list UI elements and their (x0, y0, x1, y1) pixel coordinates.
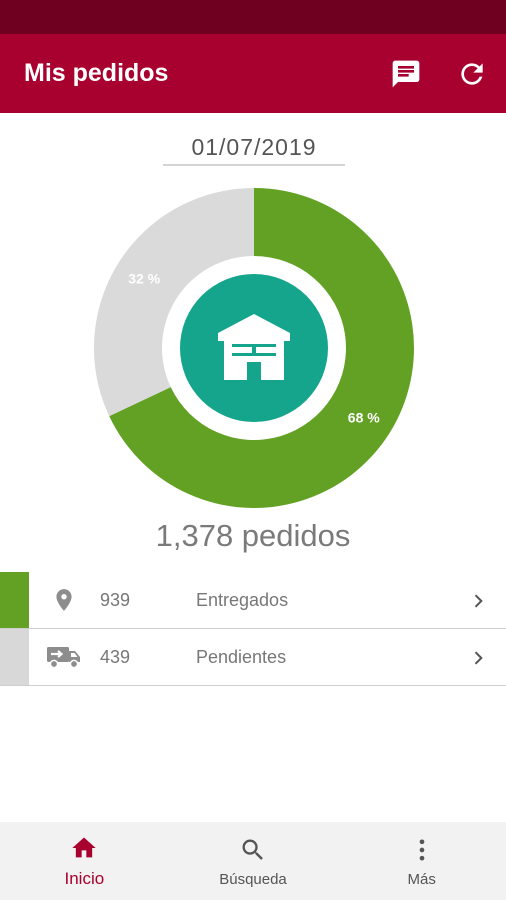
row-pendientes[interactable]: 439 Pendientes (0, 629, 506, 686)
chevron-right-icon (474, 594, 483, 608)
row-label: Pendientes (196, 646, 287, 667)
row-count: 939 (100, 589, 131, 610)
total-orders: 1,378 pedidos (155, 518, 351, 553)
donut-label-entregados: 68 % (348, 410, 380, 426)
status-bar (0, 0, 506, 34)
date-selector[interactable]: 01/07/2019 (163, 128, 345, 166)
refresh-button[interactable] (452, 54, 492, 94)
chevron-right-icon (474, 651, 483, 665)
orders-donut-chart: 68 % 32 % (94, 188, 414, 508)
donut-label-pendientes: 32 % (128, 270, 160, 286)
status-color-strip (0, 572, 29, 628)
row-label: Entregados (196, 589, 289, 610)
more-vert-icon (419, 839, 425, 860)
message-icon (392, 60, 420, 87)
nav-label: Inicio (64, 869, 105, 888)
nav-inicio[interactable]: Inicio (0, 822, 169, 900)
status-list: 939 Entregados 439 Pendientes (0, 572, 506, 686)
search-icon (242, 839, 263, 860)
row-count: 439 (100, 646, 131, 667)
app-bar: Mis pedidos (0, 34, 506, 113)
delivery-truck-icon (47, 647, 80, 669)
nav-mas[interactable]: Más (337, 822, 506, 900)
location-pin-icon (56, 589, 72, 611)
status-color-strip (0, 629, 29, 685)
row-entregados[interactable]: 939 Entregados (0, 572, 506, 629)
nav-label: Búsqueda (219, 870, 287, 888)
bottom-navigation: Inicio Búsqueda Más (0, 822, 506, 900)
refresh-icon (461, 62, 483, 85)
page-title: Mis pedidos (24, 59, 169, 87)
nav-busqueda[interactable]: Búsqueda (169, 822, 338, 900)
nav-label: Más (407, 870, 436, 888)
message-button[interactable] (386, 54, 426, 94)
home-icon (72, 837, 96, 858)
